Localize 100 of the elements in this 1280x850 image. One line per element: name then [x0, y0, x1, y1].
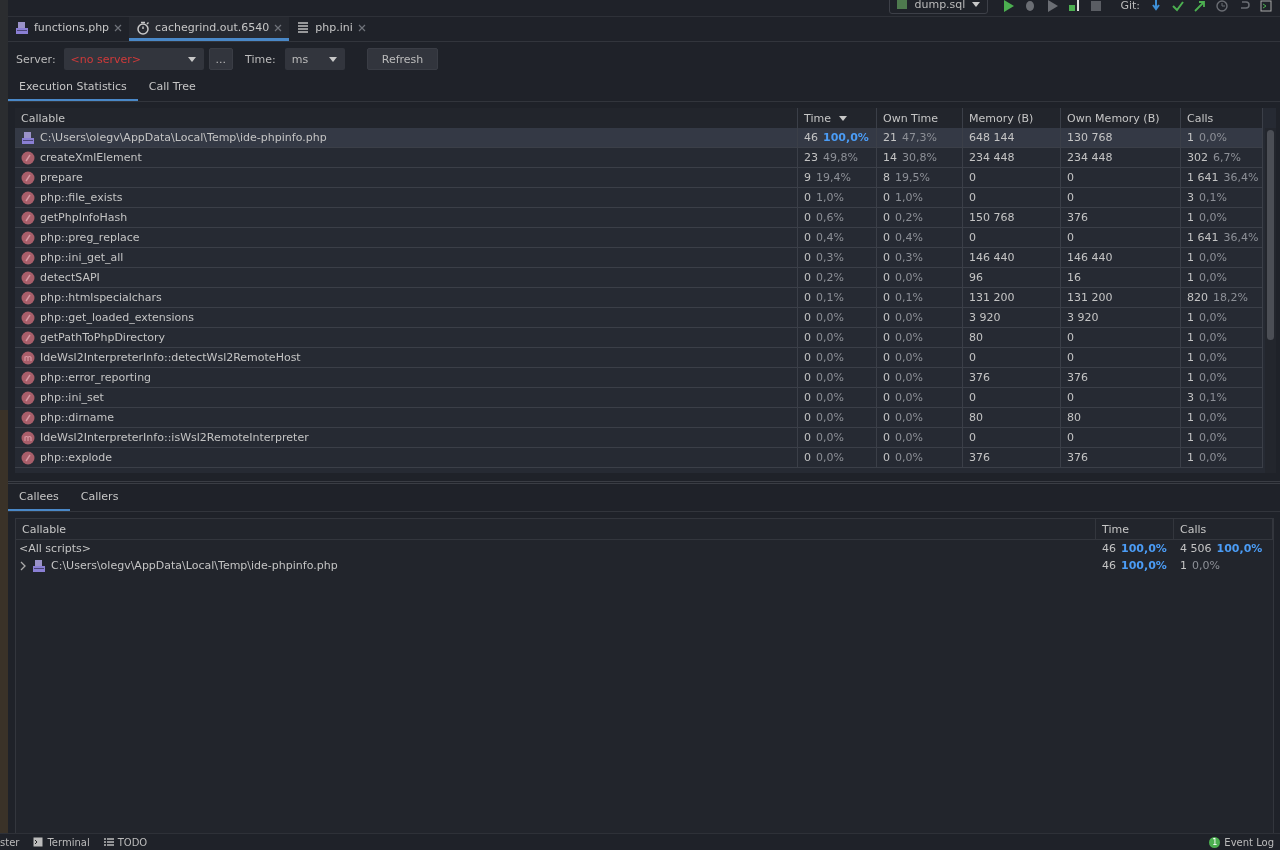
value-text: 21: [883, 131, 897, 144]
table-row[interactable]: php::dirname 0 0,0% 0 0,0% 80 80 1 0,0%: [15, 408, 1263, 428]
value-text: 0: [883, 191, 890, 204]
column-header[interactable]: Callable: [16, 519, 1096, 539]
refresh-button[interactable]: Refresh: [366, 48, 439, 70]
editor-tab[interactable]: functions.php: [8, 17, 130, 41]
value-text: 46: [1102, 559, 1116, 572]
view-tab[interactable]: Execution Statistics: [8, 76, 138, 101]
table-row[interactable]: detectSAPI 0 0,2% 0 0,0% 96 16 1 0,0%: [15, 268, 1263, 288]
caret-icon[interactable]: [186, 55, 197, 63]
list-icon: [103, 837, 114, 847]
caret-icon[interactable]: [327, 55, 338, 63]
todo-button[interactable]: TODO: [103, 836, 148, 848]
panel-tab[interactable]: Callers: [69, 484, 130, 511]
panel-tab[interactable]: Callees: [8, 484, 70, 511]
function-icon: [21, 270, 35, 285]
caret-icon[interactable]: [971, 0, 982, 8]
table-row[interactable]: IdeWsl2InterpreterInfo::detectWsl2RemoteHost 0 0,0% 0 0,0% 0 0 1 0,0%: [15, 348, 1263, 368]
percent-text: 0,0%: [1199, 411, 1227, 424]
push-icon[interactable]: [1194, 0, 1206, 12]
table-row[interactable]: getPhpInfoHash 0 0,6% 0 0,2% 150 768 376 1 0,0%: [15, 208, 1263, 228]
table-row[interactable]: C:\Users\olegv\AppData\Local\Temp\ide-phpinfo.php 46 100,0% 21 47,3% 648 144 130 768 1 0,0%: [15, 128, 1263, 148]
callable-name: php::preg_replace: [40, 231, 140, 244]
percent-text: 100,0%: [1121, 559, 1167, 572]
table-row[interactable]: php::ini_get_all 0 0,3% 0 0,3% 146 440 146 440 1 0,0%: [15, 248, 1263, 268]
table-cell: 0: [969, 231, 976, 244]
scrollbar[interactable]: [1265, 128, 1276, 473]
terminal-button[interactable]: Terminal: [33, 836, 90, 848]
percent-text: 36,4%: [1223, 231, 1259, 244]
value-text: 4 506: [1180, 542, 1212, 555]
run-config-dropdown[interactable]: dump.sql: [889, 0, 989, 14]
table-row[interactable]: php::file_exists 0 1,0% 0 1,0% 0 0 3 0,1%: [15, 188, 1263, 208]
function-icon: [21, 410, 35, 425]
value-text: 0: [804, 191, 811, 204]
value-text: 0: [883, 291, 890, 304]
function-icon: [21, 250, 35, 265]
value-text: 0: [883, 391, 890, 404]
table-row[interactable]: php::htmlspecialchars 0 0,1% 0 0,1% 131 200 131 200 820 18,2%: [15, 288, 1263, 308]
table-row[interactable]: IdeWsl2InterpreterInfo::isWsl2RemoteInterpreter 0 0,0% 0 0,0% 0 0 1 0,0%: [15, 428, 1263, 448]
value-text: 0: [804, 431, 811, 444]
sort-down-icon[interactable]: [838, 114, 847, 122]
percent-text: 0,0%: [895, 391, 923, 404]
callable-name: php::file_exists: [40, 191, 123, 204]
table-row[interactable]: php::get_loaded_extensions 0 0,0% 0 0,0% 3 920 3 920 1 0,0%: [15, 308, 1263, 328]
table-row[interactable]: createXmlElement 23 49,8% 14 30,8% 234 448 234 448 302 6,7%: [15, 148, 1263, 168]
value-text: 1: [1187, 451, 1194, 464]
editor-tab[interactable]: php.ini: [289, 17, 373, 41]
php-file-icon: [15, 20, 29, 35]
table-cell: 0: [969, 391, 976, 404]
column-header[interactable]: Time: [1096, 519, 1174, 539]
callable-name: php::dirname: [40, 411, 114, 424]
terminal-icon[interactable]: [1260, 0, 1272, 12]
value-text: 3: [1187, 191, 1194, 204]
check-icon[interactable]: [1172, 0, 1184, 12]
more-button[interactable]: ...: [208, 48, 234, 70]
table-cell: 0: [969, 431, 976, 444]
table-cell: 376: [969, 451, 990, 464]
table-row[interactable]: php::error_reporting 0 0,0% 0 0,0% 376 376 1 0,0%: [15, 368, 1263, 388]
percent-text: 0,0%: [895, 271, 923, 284]
percent-text: 19,4%: [816, 171, 851, 184]
stop-icon[interactable]: [1090, 0, 1103, 12]
table-cell: 80: [969, 411, 983, 424]
value-text: 0: [883, 411, 890, 424]
value-text: 0: [804, 331, 811, 344]
value-text: 1: [1187, 431, 1194, 444]
close-icon[interactable]: [114, 23, 123, 32]
run-icon[interactable]: [1002, 0, 1015, 12]
close-icon[interactable]: [274, 23, 283, 32]
event-log-button[interactable]: 1 Event Log: [1209, 836, 1274, 848]
time-unit-dropdown[interactable]: ms: [284, 48, 345, 70]
value-text: 0: [883, 251, 890, 264]
close-icon[interactable]: [357, 23, 366, 32]
percent-text: 0,0%: [816, 351, 844, 364]
table-row[interactable]: prepare 9 19,4% 8 19,5% 0 0 1 641 36,4%: [15, 168, 1263, 188]
chevron-right-icon[interactable]: [19, 560, 27, 571]
history-icon[interactable]: [1216, 0, 1228, 12]
percent-text: 0,0%: [895, 331, 923, 344]
function-icon: [21, 290, 35, 305]
column-header[interactable]: Calls: [1174, 519, 1273, 539]
percent-text: 0,0%: [1199, 311, 1227, 324]
table-row[interactable]: php::explode 0 0,0% 0 0,0% 376 376 1 0,0%: [15, 448, 1263, 468]
table-row[interactable]: getPathToPhpDirectory 0 0,0% 0 0,0% 80 0 1 0,0%: [15, 328, 1263, 348]
git-label: Git:: [1120, 0, 1140, 12]
percent-text: 0,3%: [816, 251, 844, 264]
undo-icon[interactable]: [1238, 0, 1250, 12]
update-icon[interactable]: [1150, 0, 1162, 12]
editor-tab[interactable]: cachegrind.out.6540: [129, 17, 290, 41]
percent-text: 0,1%: [816, 291, 844, 304]
function-icon: [21, 370, 35, 385]
percent-text: 0,0%: [816, 371, 844, 384]
callable-name: detectSAPI: [40, 271, 100, 284]
table-cell: 80: [969, 331, 983, 344]
tool-window-button[interactable]: ster: [0, 836, 20, 848]
server-label: Server:: [16, 52, 56, 66]
percent-text: 49,8%: [823, 151, 858, 164]
view-tab[interactable]: Call Tree: [137, 76, 207, 101]
table-row[interactable]: php::ini_set 0 0,0% 0 0,0% 0 0 3 0,1%: [15, 388, 1263, 408]
table-cell: 234 448: [1067, 151, 1113, 164]
table-cell: 3 920: [969, 311, 1001, 324]
table-row[interactable]: php::preg_replace 0 0,4% 0 0,4% 0 0 1 641 36,4%: [15, 228, 1263, 248]
